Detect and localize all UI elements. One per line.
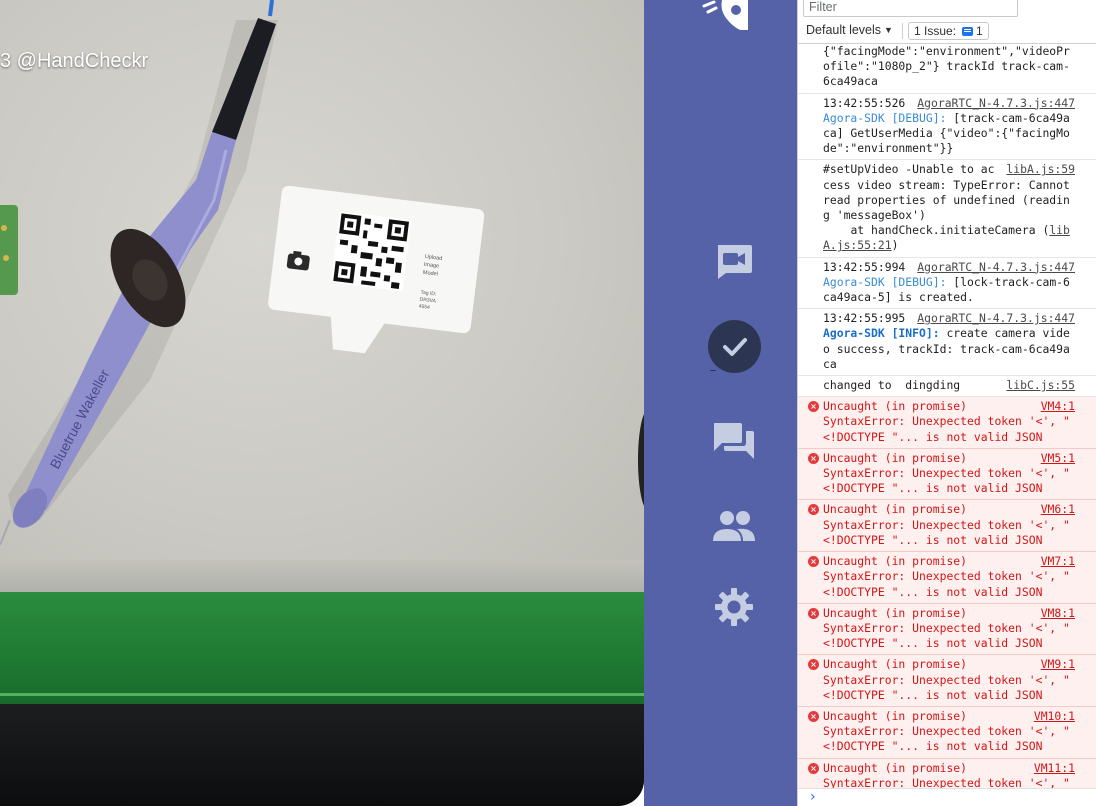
source-link[interactable]: VM10:1: [1034, 709, 1075, 724]
error-icon: ×: [808, 401, 819, 413]
issue-message-icon: [962, 26, 974, 36]
log-tag: Agora-SDK [DEBUG]:: [823, 274, 947, 289]
qr-code: [331, 211, 412, 292]
error-title: Uncaught (in promise): [823, 450, 968, 465]
error-icon: ×: [808, 452, 819, 464]
console-error-message: × VM4:1 Uncaught (in promise) SyntaxError: …: [798, 397, 1096, 449]
console-error-message: × VM6:1 Uncaught (in promise) SyntaxError: …: [798, 500, 1096, 553]
error-icon: ×: [808, 710, 819, 722]
check-icon: [722, 337, 747, 356]
error-icon: ×: [808, 659, 819, 671]
sidebar-item-settings[interactable]: [707, 580, 761, 634]
qr-card: Upload Image Model Tag ID: DR3VA 4554: [268, 185, 485, 354]
issues-button[interactable]: 1 Issue: 1: [908, 22, 989, 40]
toolbar-divider: [902, 23, 903, 39]
error-detail: SyntaxError: Unexpected token '<', "<!DO…: [823, 466, 1070, 496]
camera-scene: Bluetrue Wakeller Upload Image Model Tag…: [0, 0, 644, 546]
error-title: Uncaught (in promise): [823, 760, 968, 775]
error-title: Uncaught (in promise): [823, 399, 968, 414]
error-title: Uncaught (in promise): [823, 554, 968, 569]
error-detail: SyntaxError: Unexpected token '<', "<!DO…: [823, 569, 1070, 599]
console-error-message: × VM8:1 Uncaught (in promise) SyntaxError: …: [798, 603, 1096, 656]
log-text: {"facingMode":"environment","videoProfil…: [823, 44, 1070, 89]
error-title: Uncaught (in promise): [823, 605, 968, 620]
error-icon: ×: [808, 556, 819, 568]
error-icon: ×: [808, 504, 819, 516]
error-detail: SyntaxError: Unexpected token '<', "<!DO…: [823, 672, 1070, 702]
issues-count: 1: [976, 24, 983, 38]
issues-label: 1 Issue:: [914, 24, 957, 38]
error-icon: ×: [808, 607, 819, 619]
console-error-message: × VM9:1 Uncaught (in promise) SyntaxError: …: [798, 655, 1096, 707]
log-tag: Agora-SDK [INFO]:: [823, 326, 940, 341]
console-prompt[interactable]: ›: [798, 788, 1096, 806]
sidebar-item-video[interactable]: [707, 234, 761, 288]
log-levels-label: Default levels: [806, 23, 882, 37]
console-log-message: libC.js:55 changed to dingding: [798, 376, 1096, 398]
sidebar-item-check[interactable]: [708, 320, 761, 373]
source-link[interactable]: libA.js:59: [1006, 162, 1075, 177]
devtools-console: Default levels ▼ 1 Issue: 1 {"facingMode…: [797, 0, 1096, 806]
source-link[interactable]: VM8:1: [1041, 606, 1075, 621]
error-detail: SyntaxError: Unexpected token '<', "<!DO…: [823, 517, 1070, 547]
console-log-message: {"facingMode":"environment","videoProfil…: [798, 44, 1096, 94]
error-detail: SyntaxError: Unexpected token '<', "<!DO…: [823, 775, 1070, 788]
circuit-board: [0, 205, 18, 295]
log-timestamp: 13:42:55:526: [823, 95, 906, 110]
sidebar-item-participants[interactable]: [707, 498, 761, 552]
prompt-caret-icon: ›: [810, 789, 816, 805]
console-log-message: AgoraRTC_N-4.7.3.js:447 13:42:55:995 Agora…: [798, 309, 1096, 377]
error-title: Uncaught (in promise): [823, 657, 968, 672]
console-log-message: AgoraRTC_N-4.7.3.js:447 13:42:55:994 Agora…: [798, 258, 1096, 310]
source-link[interactable]: VM7:1: [1041, 554, 1075, 569]
source-link[interactable]: VM11:1: [1034, 761, 1075, 776]
chevron-down-icon: ▼: [884, 25, 893, 35]
source-link[interactable]: AgoraRTC_N-4.7.3.js:447: [917, 311, 1075, 326]
source-link[interactable]: VM5:1: [1041, 451, 1075, 466]
camera-watermark: 3 @HandCheckr: [0, 50, 149, 72]
source-link[interactable]: VM9:1: [1041, 657, 1075, 672]
console-error-message: × VM7:1 Uncaught (in promise) SyntaxError: …: [798, 552, 1096, 604]
source-link[interactable]: VM4:1: [1041, 399, 1075, 414]
log-levels-dropdown[interactable]: Default levels ▼: [806, 23, 893, 37]
console-log-list[interactable]: {"facingMode":"environment","videoProfil…: [798, 44, 1096, 788]
console-toolbar: Default levels ▼ 1 Issue: 1: [798, 0, 1096, 44]
chat-icon: [714, 423, 754, 459]
error-title: Uncaught (in promise): [823, 502, 968, 517]
sidebar-item-chat[interactable]: [707, 414, 761, 468]
people-icon: [713, 511, 755, 541]
console-error-message: × VM5:1 Uncaught (in promise) SyntaxError: …: [798, 448, 1096, 501]
error-detail: SyntaxError: Unexpected token '<', "<!DO…: [823, 724, 1070, 754]
video-camera-icon: [718, 245, 752, 279]
app-logo-icon: [702, 0, 748, 30]
console-error-message: × VM11:1 Uncaught (in promise) SyntaxError:…: [798, 758, 1096, 788]
log-timestamp: 13:42:55:995: [823, 311, 906, 326]
error-icon: ×: [808, 762, 819, 774]
source-link[interactable]: AgoraRTC_N-4.7.3.js:447: [917, 260, 1075, 275]
source-link[interactable]: VM6:1: [1041, 502, 1075, 517]
error-title: Uncaught (in promise): [823, 708, 968, 723]
active-indicator: [710, 370, 716, 371]
log-text-tail: ): [891, 238, 899, 253]
error-detail: SyntaxError: Unexpected token '<', "<!DO…: [823, 414, 1070, 444]
source-link[interactable]: libC.js:55: [1006, 378, 1075, 393]
sidebar: [644, 0, 797, 806]
camera-feed: Bluetrue Wakeller Upload Image Model Tag…: [0, 0, 644, 806]
source-link[interactable]: AgoraRTC_N-4.7.3.js:447: [917, 96, 1075, 111]
console-log-message: libA.js:59 #setUpVideo -Unable to access …: [798, 160, 1096, 258]
error-detail: SyntaxError: Unexpected token '<', "<!DO…: [823, 620, 1070, 651]
gear-icon: [715, 588, 753, 626]
console-error-message: × VM10:1 Uncaught (in promise) SyntaxError:…: [798, 706, 1096, 759]
log-text: changed to dingding: [823, 378, 961, 393]
log-tag: Agora-SDK [DEBUG]:: [823, 110, 947, 125]
filter-input[interactable]: [803, 0, 1018, 17]
log-timestamp: 13:42:55:994: [823, 259, 906, 274]
console-log-message: AgoraRTC_N-4.7.3.js:447 13:42:55:526 Agora…: [798, 94, 1096, 161]
